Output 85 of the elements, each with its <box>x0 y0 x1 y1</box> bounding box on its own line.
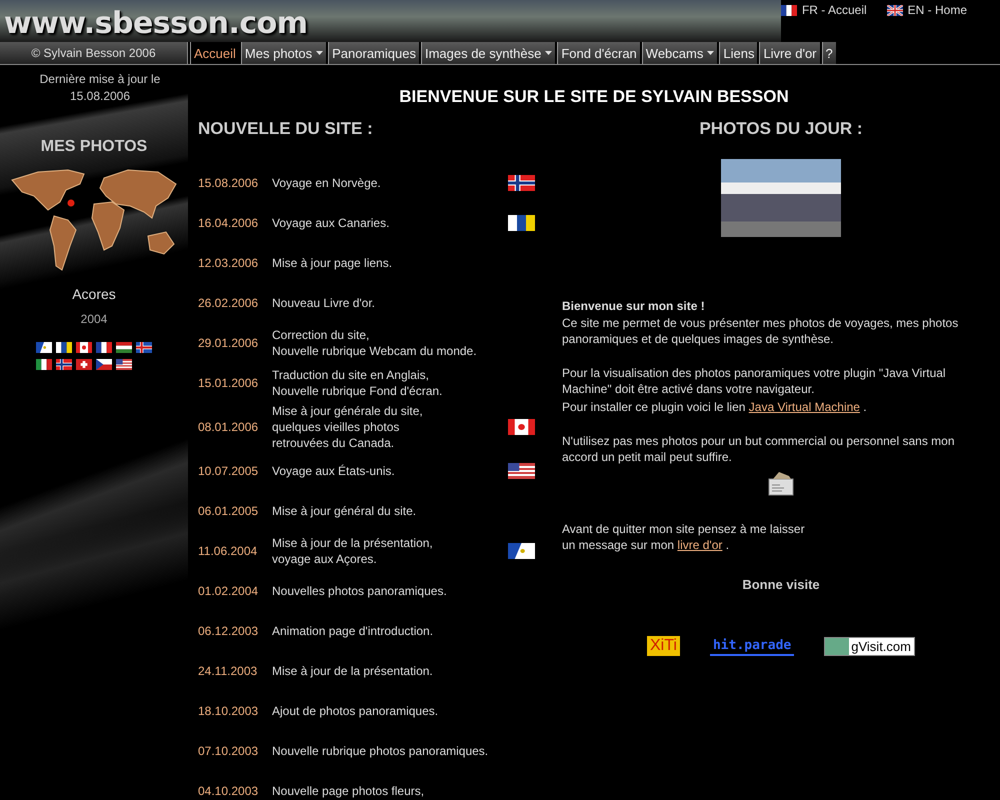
usage-paragraph: N'utilisez pas mes photos pour un but commercial ou personnel sans mon accord un petit mail peut suffire. <box>562 433 956 465</box>
flag-icon <box>116 359 132 370</box>
news-heading: NOUVELLE DU SITE : <box>198 119 374 139</box>
flag-icon <box>886 4 903 16</box>
java-paragraph: Pour la visualisation des photos panoramiques votre plugin "Java Virtual Machine" doit être activé dans votre navigateur. <box>562 365 947 397</box>
news-text: Nouvelle rubrique photos panoramiques. <box>272 743 490 759</box>
news-date: 04.10.2003 <box>198 784 260 798</box>
welcome-heading: Bienvenue sur mon site ! <box>562 299 706 313</box>
flag-icon <box>508 543 535 559</box>
page-title: BIENVENUE SUR LE SITE DE SYLVAIN BESSON <box>398 87 790 107</box>
flag-icon <box>508 419 535 435</box>
place-year: 2004 <box>80 312 108 326</box>
news-date: 18.10.2003 <box>198 704 260 718</box>
news-date: 08.01.2006 <box>198 420 260 434</box>
news-date: 24.11.2003 <box>198 664 258 678</box>
flag-icon <box>96 359 112 370</box>
news-text: Mise à jour générale du site, quelques vieilles photos retrouvées du Canada. <box>272 403 424 451</box>
news-date: 07.10.2003 <box>198 744 260 758</box>
flag-icon <box>96 342 112 353</box>
flag-icon <box>116 342 132 353</box>
news-text: Mise à jour page liens. <box>272 255 394 271</box>
news-text: Voyage en Norvège. <box>272 175 382 191</box>
news-text: Correction du site, Nouvelle rubrique Webcam du monde. <box>272 327 478 359</box>
counter-badge[interactable]: gVisit.com <box>824 636 915 656</box>
news-date: 26.02.2006 <box>198 296 260 310</box>
news-text: Traduction du site en Anglais, Nouvelle rubrique Fond d'écran. <box>272 367 444 399</box>
photo-placeholder[interactable] <box>721 159 841 237</box>
news-date: 10.07.2005 <box>198 464 260 478</box>
news-text: Mise à jour général du site. <box>272 503 418 519</box>
flag-icon <box>36 342 52 353</box>
caret-icon <box>707 51 714 55</box>
caret-icon <box>316 51 324 55</box>
envelope-icon[interactable] <box>767 471 795 497</box>
flag-icon <box>76 359 92 370</box>
news-text: Animation page d'introduction. <box>272 623 434 639</box>
flag-icon <box>56 342 72 353</box>
copyright-text: © Sylvain Besson 2006 <box>0 42 188 64</box>
nav-menu-item[interactable]: Webcams <box>642 42 718 64</box>
nav-menu-item[interactable]: Livre d'or <box>759 42 820 64</box>
flag-icon <box>780 4 797 16</box>
news-text: Voyage aux Canaries. <box>272 215 390 231</box>
news-text: Ajout de photos panoramiques. <box>272 703 440 719</box>
place-name: Acores <box>72 286 116 302</box>
caret-icon <box>545 51 552 55</box>
intro-paragraph: Ce site me permet de vous présenter mes photos de voyages, mes photos panoramiques et de quelques images de synthèse. <box>562 315 960 347</box>
java-link[interactable]: Java Virtual Machine <box>748 400 860 414</box>
nav-menu-item[interactable]: Mes photos <box>240 42 326 64</box>
news-date: 06.12.2003 <box>198 624 260 638</box>
news-date: 06.01.2005 <box>198 504 260 518</box>
news-date: 16.04.2006 <box>198 216 260 230</box>
flag-icon <box>508 175 535 191</box>
news-date: 15.01.2006 <box>198 376 260 390</box>
news-text: Voyage aux États-unis. <box>272 463 396 479</box>
flag-icon <box>136 342 152 353</box>
farewell-text: Bonne visite <box>741 577 821 592</box>
news-date: 15.08.2006 <box>198 176 260 190</box>
language-link[interactable]: FR - Accueil <box>780 3 867 17</box>
nav-menu-item[interactable]: Liens <box>719 42 758 64</box>
news-date: 12.03.2006 <box>198 256 260 270</box>
news-text: Nouvelle page photos fleurs, <box>272 783 426 799</box>
flag-icon <box>36 359 52 370</box>
news-text: Nouvelles photos panoramiques. <box>272 583 448 599</box>
nav-menu-item[interactable]: ? <box>822 42 836 64</box>
last-update-text: Dernière mise à jour le 15.08.2006 <box>38 71 162 105</box>
counter-badge[interactable]: hit.parade <box>710 636 794 656</box>
flag-icon <box>76 342 92 353</box>
flag-icon <box>508 215 535 231</box>
news-date: 29.01.2006 <box>198 336 260 350</box>
language-link[interactable]: EN - Home <box>886 3 967 17</box>
sidebar-heading: MES PHOTOS <box>40 138 148 156</box>
site-logo[interactable]: www.sbesson.com <box>0 0 308 42</box>
news-text: Nouveau Livre d'or. <box>272 295 376 311</box>
flag-icon <box>508 463 535 479</box>
guestbook-link[interactable]: livre d'or <box>677 538 722 552</box>
news-text: Mise à jour de la présentation, voyage aux Açores. <box>272 535 434 567</box>
install-paragraph: Pour installer ce plugin voici le lien Java Virtual Machine . <box>562 399 868 415</box>
flag-icon <box>56 359 72 370</box>
news-text: Mise à jour de la présentation. <box>272 663 434 679</box>
nav-menu-item[interactable]: Panoramiques <box>328 42 419 64</box>
guestbook-paragraph: Avant de quitter mon site pensez à me laisser un message sur mon livre d'or . <box>562 521 806 553</box>
news-date: 01.02.2004 <box>198 584 260 598</box>
photos-heading: PHOTOS DU JOUR : <box>698 119 864 139</box>
news-date: 11.06.2004 <box>198 544 258 558</box>
nav-menu-item[interactable]: Fond d'écran <box>557 42 640 64</box>
nav-menu-item[interactable]: Images de synthèse <box>420 42 556 64</box>
